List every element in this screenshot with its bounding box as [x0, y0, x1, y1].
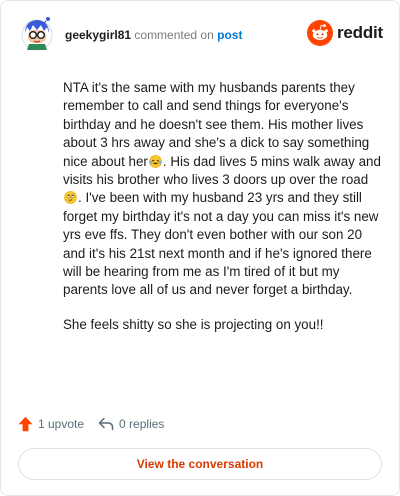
comment-paragraph-2: She feels shitty so she is projecting on…	[63, 316, 324, 332]
upvote-arrow-icon	[18, 416, 33, 432]
reddit-snoo-icon	[306, 20, 333, 46]
laughing-crying-emoji-icon	[149, 154, 162, 168]
replies-count: 0 replies	[119, 417, 165, 431]
reply-arrow-icon	[98, 417, 114, 431]
view-conversation-button[interactable]: View the conversation	[18, 448, 382, 480]
upvote-button[interactable]: 1 upvote	[18, 416, 84, 432]
post-link[interactable]: post	[217, 28, 242, 42]
reddit-wordmark: reddit	[336, 23, 383, 42]
reddit-logo[interactable]: reddit	[306, 19, 383, 47]
replies-button[interactable]: 0 replies	[98, 417, 164, 431]
comment-body: NTA it's the same with my husbands paren…	[63, 79, 381, 350]
comment-text-part3: . I've been with my husband 23 yrs and t…	[63, 190, 379, 298]
avatar[interactable]	[19, 15, 55, 53]
comment-meta: geekygirl81 commented on post	[65, 27, 242, 43]
comment-actions: 1 upvote 0 replies	[18, 413, 178, 435]
commented-on-text: commented on	[134, 28, 214, 42]
upvote-count: 1 upvote	[38, 417, 85, 431]
rolling-eyes-emoji-icon	[64, 191, 77, 205]
comment-paragraph: NTA it's the same with my husbands paren…	[63, 79, 381, 300]
comment-header: geekygirl81 commented on post reddit	[19, 15, 383, 55]
username-link[interactable]: geekygirl81	[65, 28, 131, 42]
embedded-comment-card: geekygirl81 commented on post reddit NTA…	[0, 0, 400, 496]
